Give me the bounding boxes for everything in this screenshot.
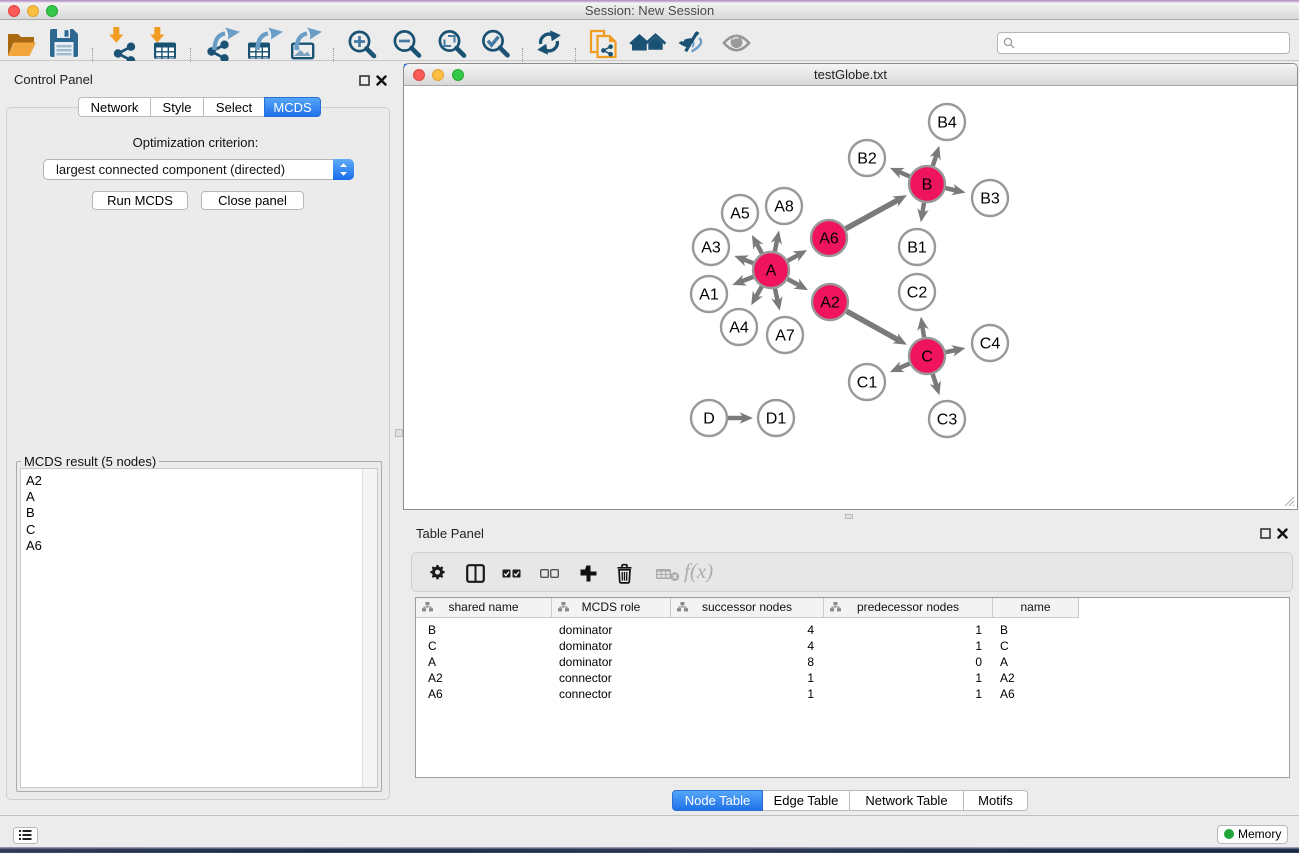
svg-text:B2: B2 (857, 151, 877, 168)
svg-text:A2: A2 (820, 295, 840, 312)
svg-text:C3: C3 (937, 412, 958, 429)
svg-text:A7: A7 (775, 328, 795, 345)
svg-text:C2: C2 (907, 285, 928, 302)
svg-text:B3: B3 (980, 191, 1000, 208)
svg-text:A: A (766, 263, 777, 280)
svg-text:B1: B1 (907, 240, 927, 257)
svg-text:C: C (921, 349, 933, 366)
svg-text:A6: A6 (819, 231, 839, 248)
svg-text:A5: A5 (730, 206, 750, 223)
svg-text:D1: D1 (766, 411, 787, 428)
svg-text:C4: C4 (980, 336, 1001, 353)
svg-text:A3: A3 (701, 240, 721, 257)
svg-text:B4: B4 (937, 115, 957, 132)
svg-text:A4: A4 (729, 320, 749, 337)
svg-text:A1: A1 (699, 287, 719, 304)
svg-text:B: B (922, 177, 933, 194)
svg-text:C1: C1 (857, 375, 878, 392)
svg-text:A8: A8 (774, 199, 794, 216)
svg-text:D: D (703, 411, 715, 428)
